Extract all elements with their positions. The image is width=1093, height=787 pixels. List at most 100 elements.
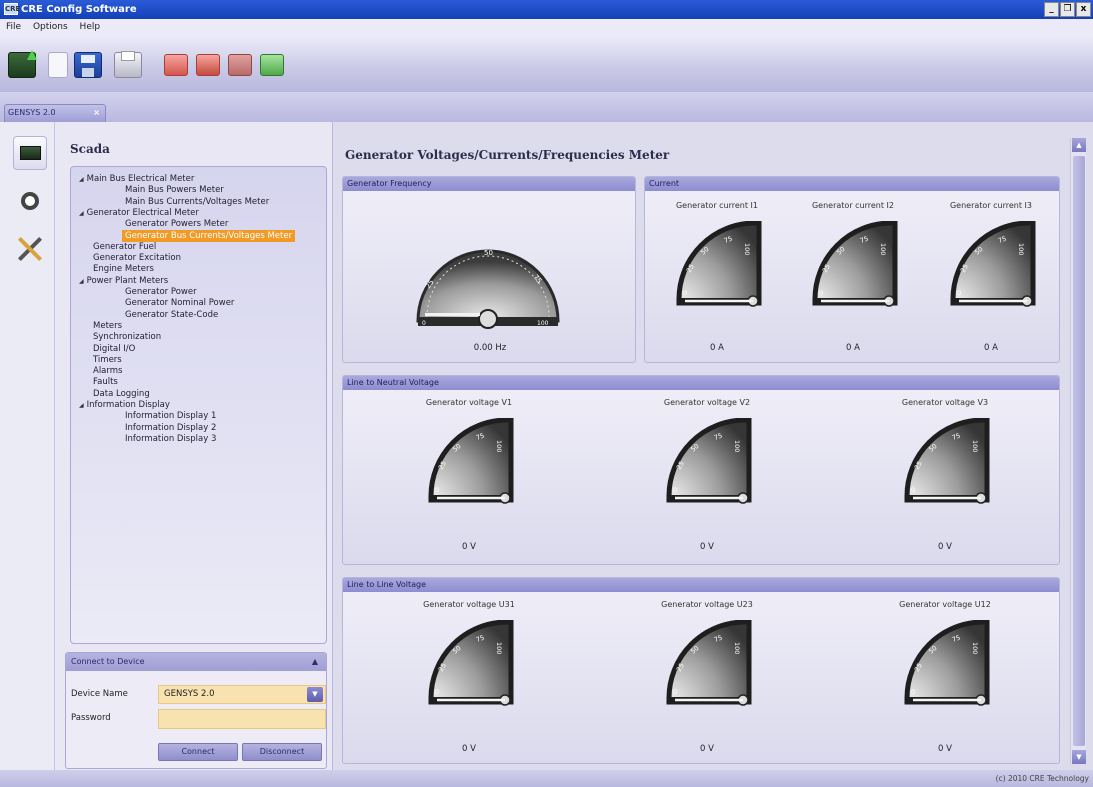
meter-label: Generator voltage U31 [423, 600, 515, 609]
expand-triangle-icon[interactable]: ◢ [79, 210, 84, 217]
tree-item[interactable]: Generator Excitation [93, 252, 181, 264]
tree-item[interactable]: Generator Fuel [93, 241, 156, 253]
connect-button[interactable]: Connect [158, 743, 238, 761]
tree-item[interactable]: Information Display 2 [125, 422, 216, 434]
download-all-icon[interactable] [196, 54, 220, 76]
current-group-header: Current [645, 177, 1059, 191]
configuration-gear-icon[interactable] [13, 184, 47, 218]
menu-help[interactable]: Help [80, 22, 101, 32]
meter-value: 0 V [462, 542, 476, 552]
password-field[interactable] [158, 709, 326, 729]
meter-label: Generator current I1 [675, 201, 759, 210]
maximize-button[interactable]: ❐ [1060, 2, 1075, 17]
line-line-header: Line to Line Voltage [343, 578, 1059, 592]
tree-item[interactable]: Generator State-Code [125, 309, 218, 321]
tab-gensys[interactable]: GENSYS 2.0 × [4, 104, 106, 122]
upload-icon[interactable] [260, 54, 284, 76]
tree-item-label: Information Display 3 [125, 433, 217, 444]
tick-label: 0 [911, 688, 915, 696]
tick-label: 0 [819, 289, 823, 297]
gauge-hub [478, 309, 498, 329]
expand-triangle-icon[interactable]: ◢ [79, 176, 84, 183]
scroll-up-icon[interactable]: ▲ [1072, 138, 1086, 152]
app-icon: CRE [4, 3, 21, 15]
download-icon[interactable] [164, 54, 188, 76]
tick-label: 100 [495, 642, 503, 654]
scroll-down-icon[interactable]: ▼ [1072, 750, 1086, 764]
tree-item[interactable]: ◢ Generator Electrical Meter [79, 207, 199, 219]
tree-item-label: Generator Fuel [93, 241, 157, 252]
left-panel: Scada ◢ Main Bus Electrical Meter Main Bus… [0, 122, 333, 770]
tree-item[interactable]: Main Bus Currents/Voltages Meter [125, 196, 269, 208]
tick-label: 100 [971, 440, 979, 452]
tick-label: 0 [911, 486, 915, 494]
tree-item[interactable]: Digital I/O [93, 343, 135, 355]
scada-title: Scada [70, 142, 110, 156]
connect-panel: Connect to Device ▲ Device Name GENSYS 2.… [65, 652, 327, 769]
meter: Generator voltage U12 0 25 50 75 100 0 V [875, 600, 1015, 758]
minimize-button[interactable]: _ [1044, 2, 1059, 17]
dropdown-arrow-icon[interactable]: ▼ [307, 687, 323, 702]
print-icon[interactable] [114, 51, 142, 78]
import-icon[interactable] [228, 54, 252, 76]
tree-item[interactable]: Generator Power [125, 286, 197, 298]
tools-icon[interactable] [13, 232, 47, 266]
tree-item-label: Information Display 2 [125, 422, 217, 433]
meter-value: 0 A [710, 343, 724, 353]
meter-value: 0 V [938, 744, 952, 754]
meter: Generator voltage U23 0 25 50 75 100 0 V [637, 600, 777, 758]
close-button[interactable]: x [1076, 2, 1091, 17]
expand-triangle-icon[interactable]: ◢ [79, 402, 84, 409]
disconnect-button[interactable]: Disconnect [242, 743, 322, 761]
close-tab-icon[interactable]: × [93, 105, 100, 121]
tree-item-label: Timers [93, 354, 122, 365]
tree-item[interactable]: ◢ Main Bus Electrical Meter [79, 173, 194, 185]
menu-options[interactable]: Options [33, 22, 68, 32]
tree-item[interactable]: Alarms [93, 365, 122, 377]
tick-label: 100 [733, 440, 741, 452]
vertical-scrollbar[interactable]: ▲ ▼ [1070, 138, 1086, 764]
tree-item[interactable]: Main Bus Powers Meter [125, 184, 224, 196]
tree-item[interactable]: Engine Meters [93, 263, 154, 275]
tree-item[interactable]: Synchronization [93, 331, 161, 343]
toolbar [0, 36, 1093, 92]
status-bar: (c) 2010 CRE Technology [0, 770, 1093, 787]
tree-item-label: Generator State-Code [125, 309, 219, 320]
tree-item-label: Meters [93, 320, 123, 331]
tick-label: 100 [1017, 243, 1025, 255]
tick-label: 0 [683, 289, 687, 297]
frequency-value: 0.00 Hz [473, 343, 507, 353]
meter-label: Generator voltage V2 [663, 398, 751, 407]
menu-file[interactable]: File [6, 22, 21, 32]
new-file-icon[interactable] [48, 52, 68, 78]
device-name-value: GENSYS 2.0 [164, 689, 215, 699]
collapse-icon[interactable]: ▲ [312, 653, 318, 671]
tree-item[interactable]: Generator Powers Meter [125, 218, 228, 230]
tree-item[interactable]: Data Logging [93, 388, 150, 400]
meter-gauge: 0255075100 [950, 221, 1036, 307]
tree-item[interactable]: Meters [93, 320, 122, 332]
connect-header[interactable]: Connect to Device ▲ [66, 653, 326, 671]
save-icon[interactable] [74, 52, 102, 78]
meter: Generator current I2 0 25 50 75 100 0 A [783, 201, 923, 357]
connect-device-icon[interactable] [8, 50, 37, 78]
meter: Generator current I3 0 25 50 75 100 0 A [921, 201, 1061, 357]
device-name-select[interactable]: GENSYS 2.0 ▼ [158, 685, 326, 704]
tree-item[interactable]: ◢ Information Display [79, 399, 170, 411]
scada-icon[interactable] [13, 136, 47, 170]
tree-item[interactable]: Generator Bus Currents/Voltages Meter [122, 229, 296, 242]
meter: Generator current I1 0 25 50 75 100 0 A [647, 201, 787, 357]
tree-item[interactable]: Timers [93, 354, 122, 366]
tree-item[interactable]: ◢ Power Plant Meters [79, 275, 168, 287]
meter-gauge: 0255075100 [904, 620, 990, 706]
tree-item[interactable]: Faults [93, 376, 118, 388]
expand-triangle-icon[interactable]: ◢ [79, 278, 84, 285]
meter-value: 0 V [462, 744, 476, 754]
scroll-thumb[interactable] [1073, 156, 1085, 746]
frequency-group-header: Generator Frequency [343, 177, 635, 191]
tree-item[interactable]: Generator Nominal Power [125, 297, 234, 309]
menu-bar: File Options Help [0, 19, 1093, 36]
tree-item[interactable]: Information Display 3 [125, 433, 216, 445]
tree-item-label: Alarms [93, 366, 123, 377]
tree-item[interactable]: Information Display 1 [125, 410, 216, 422]
